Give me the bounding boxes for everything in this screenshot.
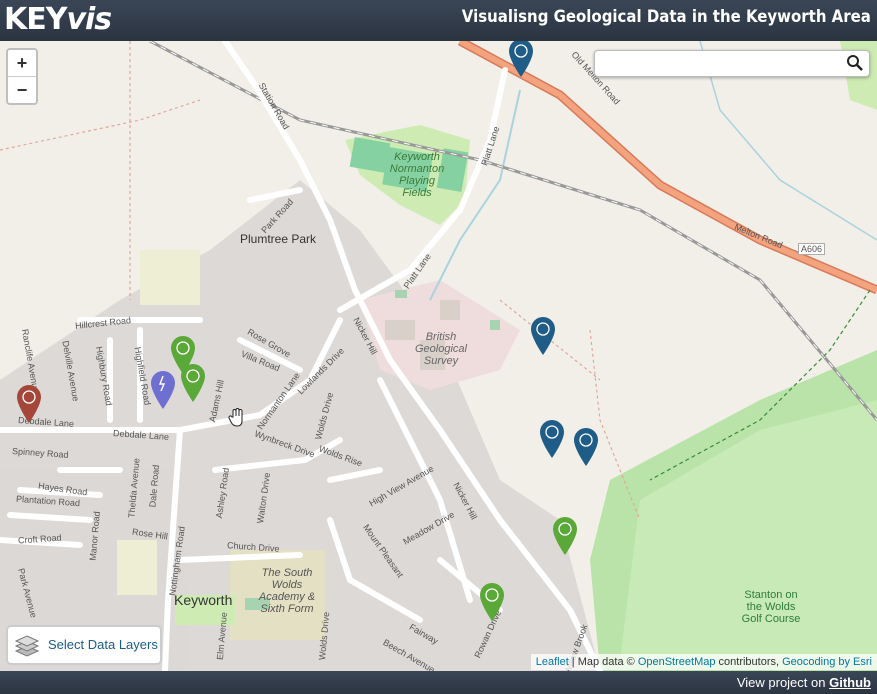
attribution-text: | Map data ©: [568, 656, 638, 668]
search-box: [594, 50, 870, 77]
zoom-out-button[interactable]: −: [8, 76, 36, 103]
leaflet-link[interactable]: Leaflet: [536, 656, 569, 668]
place-label: The South Wolds Academy & Sixth Form: [258, 567, 316, 615]
borehole-marker[interactable]: [539, 419, 565, 459]
map-canvas[interactable]: Station Road Old Melton Road Melton Road…: [0, 41, 877, 671]
layers-label: Select Data Layers: [48, 637, 158, 652]
search-input[interactable]: [599, 53, 843, 76]
esri-link[interactable]: Geocoding by Esri: [782, 656, 872, 668]
github-link[interactable]: Github: [829, 675, 871, 690]
zoom-in-button[interactable]: +: [8, 50, 36, 76]
page-title: Visualisng Geological Data in the Keywor…: [461, 7, 871, 27]
sample-marker-red[interactable]: [16, 384, 42, 424]
place-label: Plumtree Park: [240, 232, 317, 246]
app-header: KEYvis Visualisng Geological Data in the…: [0, 0, 877, 41]
borehole-marker[interactable]: [508, 41, 534, 78]
fault-marker[interactable]: [150, 370, 176, 410]
footer-text: View project on: [736, 675, 826, 690]
layers-icon: [14, 635, 40, 657]
map-attribution: Leaflet | Map data © OpenStreetMap contr…: [530, 654, 877, 670]
hand-cursor-icon: [228, 408, 243, 427]
borehole-marker[interactable]: [573, 427, 599, 467]
zoom-control: + −: [6, 48, 38, 105]
select-layers-button[interactable]: Select Data Layers: [6, 625, 162, 665]
sample-marker[interactable]: [552, 516, 578, 556]
place-label: Keyworth: [174, 592, 233, 608]
sample-marker[interactable]: [479, 582, 505, 622]
attribution-text: contributors,: [715, 656, 783, 668]
road-label: A606: [798, 243, 826, 255]
place-label: Keyworth Normanton Playing Fields: [389, 151, 445, 199]
sample-marker[interactable]: [180, 363, 206, 403]
place-label: British Geological Survey: [415, 331, 467, 367]
search-icon[interactable]: [846, 54, 864, 72]
borehole-marker[interactable]: [530, 316, 556, 356]
app-footer: View project on Github: [0, 671, 877, 694]
app-logo[interactable]: KEYvis: [4, 2, 112, 37]
osm-link[interactable]: OpenStreetMap: [638, 656, 716, 668]
place-label: Stanton on the Wolds Golf Course: [741, 589, 801, 625]
